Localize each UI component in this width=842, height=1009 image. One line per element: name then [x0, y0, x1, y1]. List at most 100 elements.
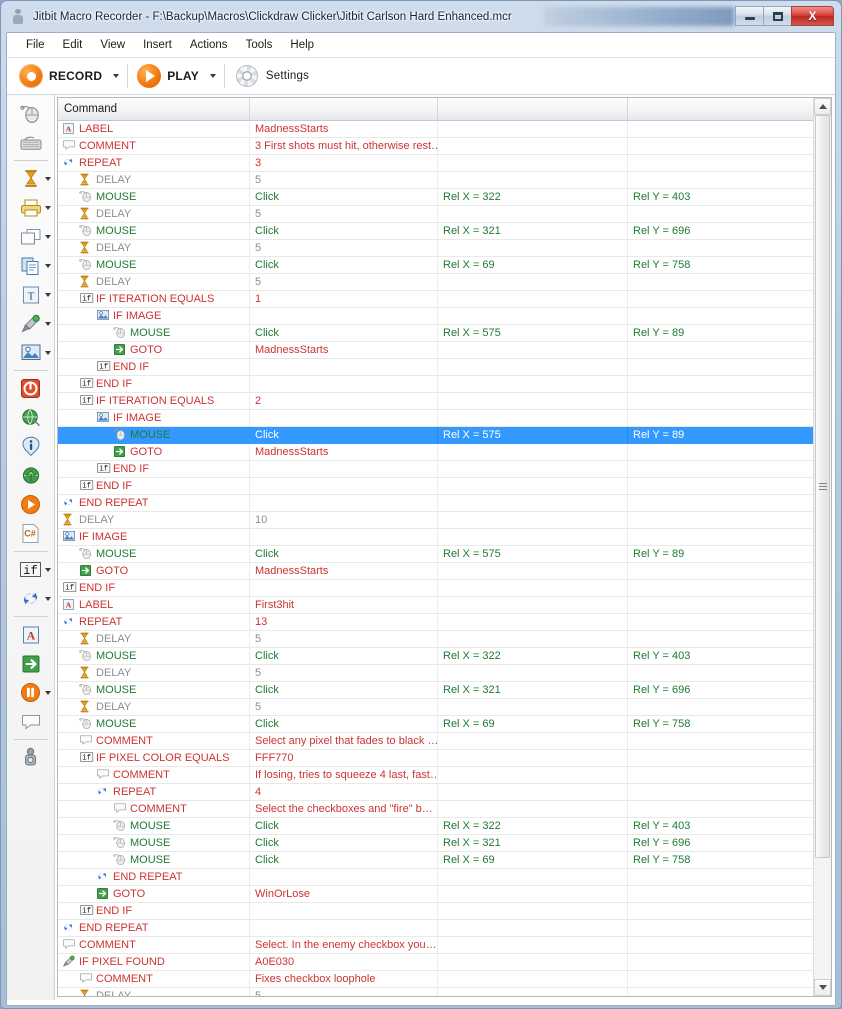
chevron-down-icon[interactable]	[45, 177, 51, 181]
tool-image-search-icon[interactable]	[7, 338, 54, 367]
menu-help[interactable]: Help	[281, 36, 323, 54]
table-row[interactable]: DELAY 5	[58, 172, 813, 189]
close-button[interactable]: X	[791, 6, 834, 26]
table-row[interactable]: MOUSE Click Rel X = 575 Rel Y = 89	[58, 325, 813, 342]
table-row[interactable]: MOUSE Click Rel X = 322 Rel Y = 403	[58, 189, 813, 206]
table-row[interactable]: END REPEAT	[58, 869, 813, 886]
tool-run-program-icon[interactable]	[7, 490, 54, 519]
tool-if-condition-icon[interactable]: if	[7, 555, 54, 584]
chevron-down-icon[interactable]	[45, 322, 51, 326]
column-header-rely[interactable]	[628, 98, 813, 120]
menu-view[interactable]: View	[91, 36, 134, 54]
table-row[interactable]: COMMENT 3 First shots must hit, otherwise…	[58, 138, 813, 155]
chevron-down-icon[interactable]	[45, 293, 51, 297]
table-row[interactable]: A LABEL MadnessStarts	[58, 121, 813, 138]
table-row[interactable]: COMMENT If losing, tries to squeeze 4 las…	[58, 767, 813, 784]
chevron-down-icon[interactable]	[45, 597, 51, 601]
table-row[interactable]: if END IF	[58, 359, 813, 376]
scroll-up-button[interactable]	[814, 98, 831, 115]
table-row[interactable]: DELAY 5	[58, 988, 813, 996]
table-row[interactable]: GOTO MadnessStarts	[58, 342, 813, 359]
column-header-relx[interactable]	[438, 98, 628, 120]
table-row[interactable]: MOUSE Click Rel X = 321 Rel Y = 696	[58, 682, 813, 699]
table-row[interactable]: DELAY 5	[58, 699, 813, 716]
tool-settings-robot-icon[interactable]	[7, 743, 54, 772]
tool-csharp-script-icon[interactable]: C#	[7, 519, 54, 548]
menu-file[interactable]: File	[17, 36, 54, 54]
table-row[interactable]: COMMENT Select the checkboxes and "fire" …	[58, 801, 813, 818]
tool-comment-icon[interactable]	[7, 707, 54, 736]
table-row[interactable]: MOUSE Click Rel X = 575 Rel Y = 89	[58, 546, 813, 563]
table-row[interactable]: IF IMAGE	[58, 529, 813, 546]
tool-ftp-upload-icon[interactable]	[7, 461, 54, 490]
tool-info-message-icon[interactable]	[7, 432, 54, 461]
tool-shutdown-icon[interactable]	[7, 374, 54, 403]
chevron-down-icon[interactable]	[45, 235, 51, 239]
table-row[interactable]: GOTO MadnessStarts	[58, 444, 813, 461]
table-row[interactable]: DELAY 5	[58, 274, 813, 291]
tool-windows-icon[interactable]	[7, 222, 54, 251]
tool-goto-icon[interactable]	[7, 649, 54, 678]
menu-edit[interactable]: Edit	[54, 36, 92, 54]
tool-copy-clipboard-icon[interactable]	[7, 251, 54, 280]
scroll-down-button[interactable]	[814, 979, 831, 996]
table-row[interactable]: IF PIXEL FOUND A0E030	[58, 954, 813, 971]
tool-internet-icon[interactable]	[7, 403, 54, 432]
table-row[interactable]: REPEAT 13	[58, 614, 813, 631]
tool-keyboard-icon[interactable]	[7, 128, 54, 157]
table-row[interactable]: DELAY 5	[58, 631, 813, 648]
table-row[interactable]: COMMENT Select any pixel that fades to bl…	[58, 733, 813, 750]
table-row[interactable]: COMMENT Fixes checkbox loophole	[58, 971, 813, 988]
menu-tools[interactable]: Tools	[237, 36, 282, 54]
table-row[interactable]: if END IF	[58, 376, 813, 393]
maximize-button[interactable]	[763, 6, 791, 26]
table-row[interactable]: if END IF	[58, 903, 813, 920]
settings-button[interactable]: Settings	[230, 61, 313, 91]
table-row[interactable]: if END IF	[58, 580, 813, 597]
table-row[interactable]: if IF ITERATION EQUALS 1	[58, 291, 813, 308]
tool-loop-repeat-icon[interactable]	[7, 584, 54, 613]
chevron-down-icon[interactable]	[45, 206, 51, 210]
scrollbar-track[interactable]	[814, 115, 831, 979]
chevron-down-icon[interactable]	[45, 691, 51, 695]
scrollbar-thumb[interactable]	[815, 115, 830, 859]
table-row[interactable]: MOUSE Click Rel X = 69 Rel Y = 758	[58, 852, 813, 869]
tool-text-input-icon[interactable]: T	[7, 280, 54, 309]
table-row[interactable]: MOUSE Click Rel X = 321 Rel Y = 696	[58, 835, 813, 852]
play-button[interactable]: PLAY	[133, 61, 203, 91]
table-row[interactable]: if END IF	[58, 461, 813, 478]
menu-actions[interactable]: Actions	[181, 36, 237, 54]
table-row[interactable]: MOUSE Click Rel X = 69 Rel Y = 758	[58, 716, 813, 733]
table-row[interactable]: DELAY 5	[58, 665, 813, 682]
tool-mouse-icon[interactable]	[7, 99, 54, 128]
table-row[interactable]: A LABEL First3hit	[58, 597, 813, 614]
table-row[interactable]: DELAY 5	[58, 206, 813, 223]
tool-hourglass-delay-icon[interactable]	[7, 164, 54, 193]
table-row[interactable]: GOTO MadnessStarts	[58, 563, 813, 580]
chevron-down-icon[interactable]	[45, 351, 51, 355]
minimize-button[interactable]	[735, 6, 763, 26]
menu-insert[interactable]: Insert	[134, 36, 181, 54]
table-row[interactable]: END REPEAT	[58, 495, 813, 512]
table-row[interactable]: MOUSE Click Rel X = 575 Rel Y = 89	[58, 427, 813, 444]
table-row[interactable]: END REPEAT	[58, 920, 813, 937]
tool-label-icon[interactable]: A	[7, 620, 54, 649]
record-dropdown-icon[interactable]	[113, 74, 120, 78]
table-row[interactable]: if IF ITERATION EQUALS 2	[58, 393, 813, 410]
record-button[interactable]: RECORD	[15, 61, 106, 91]
table-row[interactable]: MOUSE Click Rel X = 321 Rel Y = 696	[58, 223, 813, 240]
tool-color-picker-icon[interactable]	[7, 309, 54, 338]
chevron-down-icon[interactable]	[45, 568, 51, 572]
column-header-command[interactable]: Command	[58, 98, 250, 120]
table-row[interactable]: MOUSE Click Rel X = 322 Rel Y = 403	[58, 818, 813, 835]
table-row[interactable]: MOUSE Click Rel X = 69 Rel Y = 758	[58, 257, 813, 274]
table-row[interactable]: IF IMAGE	[58, 410, 813, 427]
table-row[interactable]: IF IMAGE	[58, 308, 813, 325]
table-row[interactable]: DELAY 10	[58, 512, 813, 529]
table-row[interactable]: if END IF	[58, 478, 813, 495]
table-row[interactable]: if IF PIXEL COLOR EQUALS FFF770	[58, 750, 813, 767]
tool-pause-icon[interactable]	[7, 678, 54, 707]
table-row[interactable]: MOUSE Click Rel X = 322 Rel Y = 403	[58, 648, 813, 665]
column-header-value[interactable]	[250, 98, 438, 120]
table-row[interactable]: REPEAT 3	[58, 155, 813, 172]
